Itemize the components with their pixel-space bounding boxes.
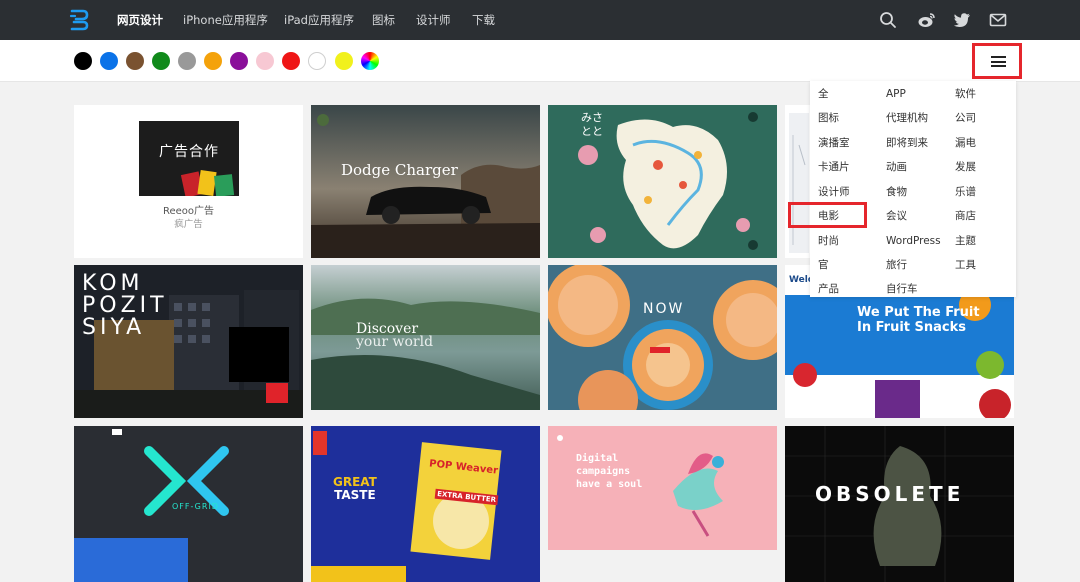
dropdown-item-designer[interactable]: 设计师 [818,185,850,199]
dropdown-item-travel[interactable]: 旅行 [886,258,907,272]
color-swatch-black[interactable] [74,52,92,70]
mail-icon[interactable] [988,10,1008,30]
dropdown-item-bicycle[interactable]: 自行车 [886,282,918,296]
dropdown-item-software[interactable]: 软件 [955,87,976,101]
nav-item-icons[interactable]: 图标 [372,12,395,28]
dropdown-item-agency[interactable]: 代理机构 [886,111,928,125]
digital-headline: Digital campaigns have a soul [576,453,643,490]
ad-subtitle: 疯广告 [174,219,203,230]
popweaver-headline: GREAT TASTE [333,475,377,502]
dropdown-item-theme[interactable]: 主题 [955,234,976,248]
discover-title: Discover your world [356,321,434,350]
search-icon[interactable] [878,10,898,30]
dodge-thumbnail [311,105,540,258]
hamburger-icon [991,56,1006,59]
dropdown-item-studio[interactable]: 演播室 [818,136,850,150]
dropdown-item-tools[interactable]: 工具 [955,258,976,272]
site-card-digital[interactable]: Digital campaigns have a soul [548,426,777,550]
twitter-icon[interactable] [952,10,972,30]
dropdown-item-all[interactable]: 全 [818,87,829,101]
site-card-discover[interactable]: Discover your world [311,265,540,410]
site-card-kompozitsiya[interactable]: KOM POZIT SIYA [74,265,303,418]
hamburger-menu-button[interactable] [972,43,1022,79]
site-card-partial[interactable] [785,105,810,258]
dropdown-item-animation[interactable]: 动画 [886,160,907,174]
highlight-box-movie [788,202,867,228]
color-swatch-gray[interactable] [178,52,196,70]
melon-title: NOW [643,301,685,317]
dropdown-item-shop[interactable]: 商店 [955,209,976,223]
color-swatch-yellow[interactable] [335,52,353,70]
color-swatch-rainbow[interactable] [361,52,379,70]
nav-item-designers[interactable]: 设计师 [416,12,451,28]
color-swatch-orange[interactable] [204,52,222,70]
welchs-headline: We Put The Fruit In Fruit Snacks [857,305,980,335]
ad-image: 广告合作 [139,121,239,196]
dropdown-item-cartoon[interactable]: 卡通片 [818,160,850,174]
site-card-offgrid[interactable]: OFF-GRID [74,426,303,582]
ad-image-title: 广告合作 [159,144,219,160]
map-thumbnail: みさ とと [548,105,777,258]
site-card-map[interactable]: みさ とと [548,105,777,258]
color-swatch-brown[interactable] [126,52,144,70]
nav-item-iphone[interactable]: iPhone应用程序 [183,12,268,28]
obsolete-title: OBSOLETE [815,482,965,506]
logo-icon[interactable] [68,8,90,32]
svg-text:とと: とと [581,125,603,138]
dodge-title: Dodge Charger [341,161,458,179]
dropdown-item-food[interactable]: 食物 [886,185,907,199]
dropdown-item-app[interactable]: APP [886,87,906,101]
site-card-popweaver[interactable]: GREAT TASTE POP Weaver EXTRA BUTTER [311,426,540,582]
site-card-obsolete[interactable]: OBSOLETE [785,426,1014,582]
dropdown-item-company[interactable]: 公司 [955,111,976,125]
nav-item-download[interactable]: 下载 [472,12,495,28]
top-nav: 网页设计 iPhone应用程序 iPad应用程序 图标 设计师 下载 [0,0,1080,40]
offgrid-label: OFF-GRID [172,502,219,511]
dropdown-item-leak[interactable]: 漏电 [955,136,976,150]
weibo-icon[interactable] [917,10,937,30]
nav-item-web-design[interactable]: 网页设计 [117,12,163,28]
melon-thumbnail [548,265,777,410]
dropdown-item-music[interactable]: 乐谱 [955,185,976,199]
dropdown-item-fashion[interactable]: 时尚 [818,234,839,248]
dropdown-item-wordpress[interactable]: WordPress [886,234,941,248]
dropdown-item-coming-soon[interactable]: 即将到来 [886,136,928,150]
partial-thumbnail [789,113,809,253]
color-swatch-white[interactable] [308,52,326,70]
color-filter-bar [0,40,1080,82]
dropdown-item-product[interactable]: 产品 [818,282,839,296]
dropdown-item-official[interactable]: 官 [818,258,829,272]
ad-card[interactable]: 广告合作 Reeoo广告 疯广告 [74,105,303,258]
nav-item-ipad[interactable]: iPad应用程序 [284,12,354,28]
svg-text:みさ: みさ [581,111,603,124]
color-swatch-green[interactable] [152,52,170,70]
color-swatch-pink[interactable] [256,52,274,70]
kompozitsiya-title: KOM POZIT SIYA [82,271,168,340]
color-swatch-purple[interactable] [230,52,248,70]
category-dropdown: 全 APP 软件 图标 代理机构 公司 演播室 即将到来 漏电 卡通片 动画 发… [810,81,1016,297]
dropdown-item-development[interactable]: 发展 [955,160,976,174]
color-swatch-red[interactable] [282,52,300,70]
color-swatch-blue[interactable] [100,52,118,70]
ad-image-graphic [180,170,235,196]
site-card-dodge[interactable]: Dodge Charger [311,105,540,258]
dropdown-item-conference[interactable]: 会议 [886,209,907,223]
popweaver-thumbnail [311,426,540,582]
site-card-melon[interactable]: NOW [548,265,777,410]
dropdown-item-icons[interactable]: 图标 [818,111,839,125]
ad-name: Reeoo广告 [162,206,215,217]
